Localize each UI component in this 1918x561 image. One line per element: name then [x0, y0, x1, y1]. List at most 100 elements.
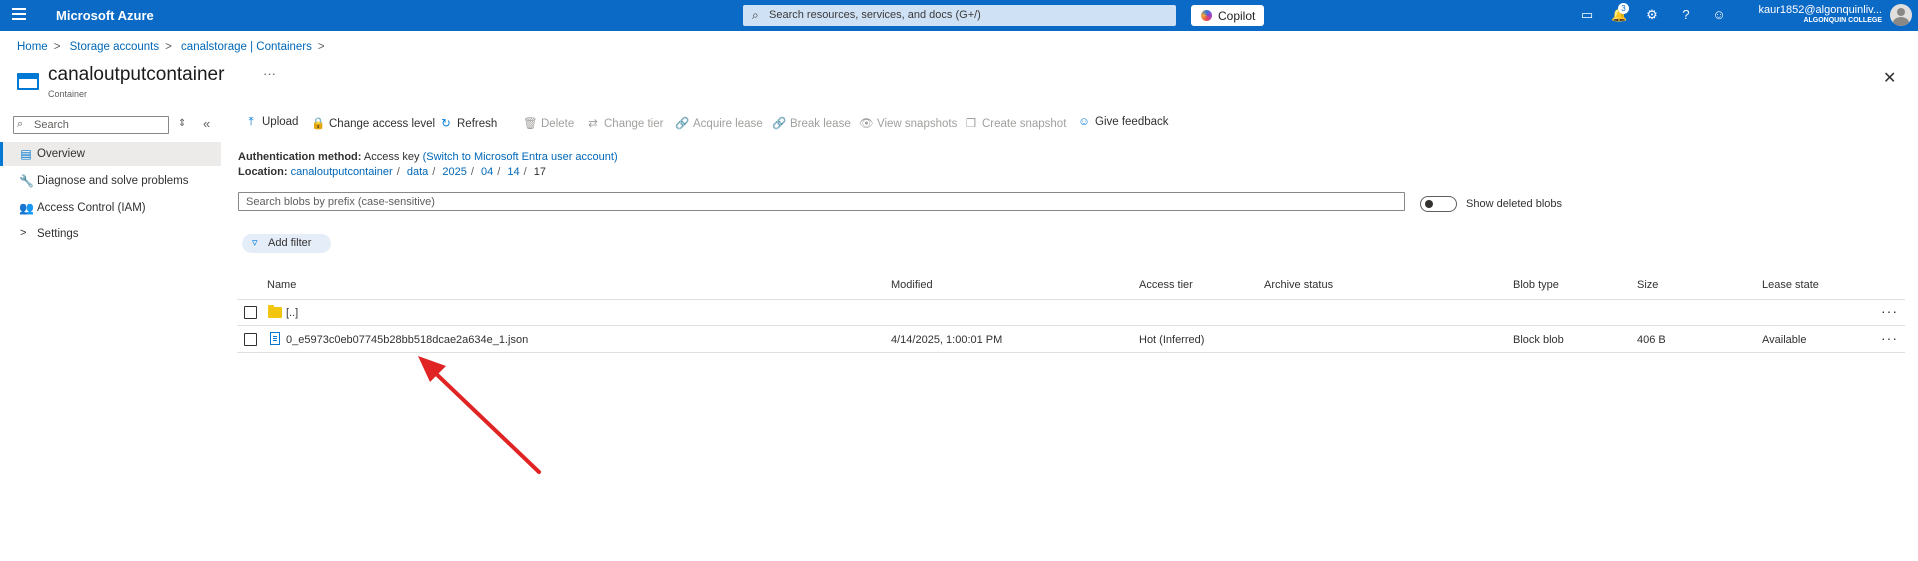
- location-current: 17: [533, 166, 546, 178]
- top-bar: Microsoft Azure ⌕ Search resources, serv…: [0, 0, 1918, 31]
- location-segment[interactable]: 14: [507, 166, 519, 178]
- row-more-icon[interactable]: ···: [1881, 330, 1898, 346]
- row-checkbox[interactable]: [244, 333, 257, 346]
- sidebar-item-iam[interactable]: 👥 Access Control (IAM): [0, 196, 221, 220]
- location-line: Location: canaloutputcontainer / data/ 20…: [238, 166, 546, 178]
- breadcrumb-home[interactable]: Home: [17, 41, 48, 53]
- sidebar-item-label: Overview: [37, 148, 85, 160]
- container-icon: [17, 73, 39, 90]
- path-separator: /: [396, 166, 400, 178]
- row-size: 406 B: [1637, 334, 1666, 346]
- delete-button[interactable]: 🗑 Delete: [523, 116, 574, 134]
- cloud-shell-icon[interactable]: ▭: [1579, 7, 1595, 23]
- change-access-level-button[interactable]: 🔒 Change access level: [311, 116, 435, 134]
- breadcrumb-storage-accounts[interactable]: Storage accounts: [70, 41, 160, 53]
- account-name: kaur1852@algonquinliv...: [1758, 4, 1883, 16]
- row-access-tier: Hot (Inferred): [1139, 334, 1205, 346]
- table-row[interactable]: 0_e5973c0eb07745b28bb518dcae2a634e_1.jso…: [237, 327, 1905, 353]
- breadcrumb-containers[interactable]: canalstorage | Containers: [181, 41, 312, 53]
- create-snapshot-button[interactable]: ❐ Create snapshot: [964, 116, 1067, 134]
- column-header-lease-state[interactable]: Lease state: [1762, 279, 1819, 291]
- delete-label: Delete: [541, 118, 575, 130]
- avatar[interactable]: [1890, 4, 1912, 26]
- give-feedback-button[interactable]: ☺ Give feedback: [1077, 116, 1169, 134]
- gear-icon[interactable]: ⚙: [1644, 7, 1660, 23]
- change-tier-label: Change tier: [604, 118, 664, 130]
- link-icon: 🔗: [675, 118, 690, 130]
- row-checkbox[interactable]: [244, 306, 257, 319]
- column-header-modified[interactable]: Modified: [891, 279, 933, 291]
- sidebar-item-label: Access Control (IAM): [37, 202, 146, 214]
- location-segment[interactable]: 2025: [442, 166, 466, 178]
- path-separator: /: [497, 166, 501, 178]
- breadcrumb-separator: >: [317, 41, 325, 53]
- column-header-size[interactable]: Size: [1637, 279, 1658, 291]
- file-icon: [270, 332, 280, 345]
- column-header-blob-type[interactable]: Blob type: [1513, 279, 1559, 291]
- copilot-button[interactable]: Copilot: [1191, 5, 1264, 26]
- auth-value: Access key: [363, 151, 420, 163]
- global-search-input[interactable]: ⌕ Search resources, services, and docs (…: [743, 5, 1176, 26]
- add-filter-button[interactable]: ▿ Add filter: [242, 234, 331, 253]
- sidebar-search-input[interactable]: ⌕ Search: [13, 116, 169, 134]
- sidebar-item-settings[interactable]: > Settings: [0, 222, 221, 246]
- sidebar-search-placeholder: Search: [34, 119, 69, 131]
- switch-auth-link[interactable]: (Switch to Microsoft Entra user account): [423, 151, 618, 163]
- upload-button[interactable]: ⤒ Upload: [244, 116, 298, 134]
- breadcrumb-separator: >: [53, 41, 61, 53]
- notification-badge: 3: [1618, 3, 1629, 14]
- help-icon[interactable]: ?: [1678, 7, 1694, 23]
- search-icon: ⌕: [752, 8, 759, 22]
- show-deleted-toggle[interactable]: [1420, 196, 1457, 212]
- filter-icon: ▿: [252, 237, 258, 249]
- blob-search-placeholder: Search blobs by prefix (case-sensitive): [246, 196, 435, 208]
- broken-link-icon: 🔗: [772, 118, 787, 130]
- wrench-icon: 🔧: [19, 174, 34, 188]
- view-snapshots-button[interactable]: 👁 View snapshots: [859, 116, 957, 134]
- copilot-icon: [1201, 10, 1212, 21]
- sidebar-item-overview[interactable]: ▤ Overview: [0, 142, 221, 166]
- sidebar-item-label: Diagnose and solve problems: [37, 175, 189, 187]
- breadcrumb: Home > Storage accounts > canalstorage | C…: [17, 41, 331, 53]
- feedback-icon[interactable]: ☺: [1711, 7, 1727, 23]
- collapse-sidebar-icon[interactable]: «: [203, 116, 210, 131]
- row-name[interactable]: 0_e5973c0eb07745b28bb518dcae2a634e_1.jso…: [286, 334, 528, 346]
- sort-icon[interactable]: ⇕: [178, 118, 186, 129]
- chevron-right-icon: >: [20, 227, 27, 239]
- change-access-label: Change access level: [329, 118, 436, 130]
- refresh-button[interactable]: ↻ Refresh: [439, 116, 497, 134]
- page-title: canaloutputcontainer: [48, 64, 225, 85]
- column-header-access-tier[interactable]: Access tier: [1139, 279, 1193, 291]
- create-snapshot-label: Create snapshot: [982, 118, 1067, 130]
- blob-prefix-search-input[interactable]: Search blobs by prefix (case-sensitive): [238, 192, 1405, 211]
- close-icon[interactable]: ✕: [1883, 68, 1896, 88]
- change-tier-button[interactable]: ⇄ Change tier: [586, 116, 663, 134]
- column-header-name[interactable]: Name: [267, 279, 296, 291]
- location-segment[interactable]: 04: [481, 166, 493, 178]
- location-segment[interactable]: data: [407, 166, 428, 178]
- row-modified: 4/14/2025, 1:00:01 PM: [891, 334, 1003, 346]
- sidebar-item-diagnose[interactable]: 🔧 Diagnose and solve problems: [0, 169, 221, 193]
- break-lease-label: Break lease: [790, 118, 851, 130]
- upload-label: Upload: [262, 116, 299, 128]
- break-lease-button[interactable]: 🔗 Break lease: [772, 116, 851, 134]
- eye-icon: 👁: [859, 118, 874, 130]
- path-separator: /: [523, 166, 527, 178]
- path-separator: /: [432, 166, 436, 178]
- row-name[interactable]: [..]: [286, 307, 298, 319]
- brand-title[interactable]: Microsoft Azure: [56, 8, 154, 23]
- copilot-label: Copilot: [1218, 9, 1256, 23]
- table-row[interactable]: [..] ···: [237, 300, 1905, 326]
- show-deleted-label: Show deleted blobs: [1466, 198, 1563, 210]
- account-menu[interactable]: kaur1852@algonquinliv... ALGONQUIN COLLE…: [1750, 4, 1883, 24]
- give-feedback-label: Give feedback: [1095, 116, 1169, 128]
- row-more-icon[interactable]: ···: [1881, 303, 1898, 319]
- lock-icon: 🔒: [311, 118, 326, 130]
- column-header-archive-status[interactable]: Archive status: [1264, 279, 1333, 291]
- row-blob-type: Block blob: [1513, 334, 1564, 346]
- location-segment[interactable]: canaloutputcontainer: [291, 166, 393, 178]
- menu-icon[interactable]: [12, 8, 28, 22]
- more-options-icon[interactable]: ···: [263, 66, 276, 81]
- acquire-lease-button[interactable]: 🔗 Acquire lease: [675, 116, 763, 134]
- refresh-label: Refresh: [457, 118, 498, 130]
